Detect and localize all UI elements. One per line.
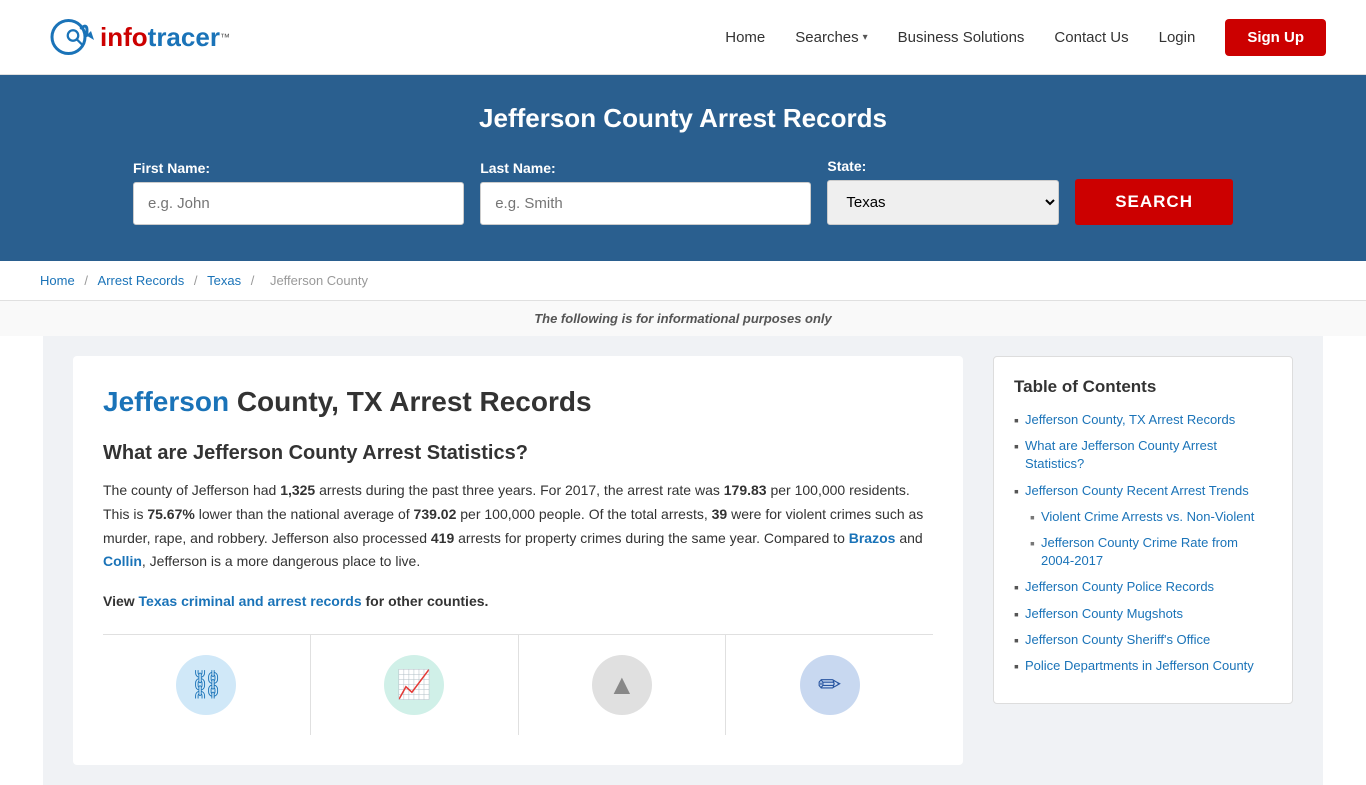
main-nav: Home Searches ▾ Business Solutions Conta… xyxy=(725,19,1326,56)
toc-item: Jefferson County, TX Arrest Records xyxy=(1014,411,1272,429)
search-form: First Name: Last Name: State: Texas Alab… xyxy=(133,158,1233,225)
state-group: State: Texas Alabama Alaska Arizona Arka… xyxy=(827,158,1059,225)
last-name-group: Last Name: xyxy=(480,160,811,225)
main-content: Jefferson County, TX Arrest Records What… xyxy=(43,336,1323,785)
hero-title: Jefferson County Arrest Records xyxy=(40,103,1326,134)
search-button[interactable]: SEARCH xyxy=(1075,179,1233,225)
icon-trend: 📈 xyxy=(311,635,519,735)
icon-arrest: ⛓ xyxy=(103,635,311,735)
article-h2: What are Jefferson County Arrest Statist… xyxy=(103,442,933,465)
view-line: View Texas criminal and arrest records f… xyxy=(103,590,933,614)
logo-icon xyxy=(40,12,100,62)
nav-login[interactable]: Login xyxy=(1159,29,1196,46)
first-name-label: First Name: xyxy=(133,160,464,176)
article-paragraph: The county of Jefferson had 1,325 arrest… xyxy=(103,479,933,574)
logo-text-red: info xyxy=(100,22,148,52)
toc-title: Table of Contents xyxy=(1014,377,1272,397)
toc-link-5[interactable]: Jefferson County Police Records xyxy=(1025,578,1214,596)
first-name-input[interactable] xyxy=(133,182,464,225)
nav-searches[interactable]: Searches ▾ xyxy=(795,29,867,46)
toc-link-8[interactable]: Police Departments in Jefferson County xyxy=(1025,657,1254,675)
toc-item: Police Departments in Jefferson County xyxy=(1014,657,1272,675)
last-name-input[interactable] xyxy=(480,182,811,225)
toc-link-3[interactable]: Violent Crime Arrests vs. Non-Violent xyxy=(1041,508,1254,526)
brazos-link[interactable]: Brazos xyxy=(849,530,896,546)
info-notice: The following is for informational purpo… xyxy=(0,301,1366,336)
trend-icon: 📈 xyxy=(384,655,444,715)
toc-link-1[interactable]: What are Jefferson County Arrest Statist… xyxy=(1025,437,1272,473)
icon-circle-up: ▲ xyxy=(519,635,727,735)
article: Jefferson County, TX Arrest Records What… xyxy=(73,356,963,765)
toc-link-0[interactable]: Jefferson County, TX Arrest Records xyxy=(1025,411,1235,429)
icon-pen: ✏ xyxy=(726,635,933,735)
toc-item: Jefferson County Crime Rate from 2004-20… xyxy=(1014,534,1272,570)
sidebar: Table of Contents Jefferson County, TX A… xyxy=(993,356,1293,765)
table-of-contents: Table of Contents Jefferson County, TX A… xyxy=(993,356,1293,704)
toc-item: Violent Crime Arrests vs. Non-Violent xyxy=(1014,508,1272,526)
toc-link-6[interactable]: Jefferson County Mugshots xyxy=(1025,605,1183,623)
breadcrumb-home[interactable]: Home xyxy=(40,273,75,288)
article-title-highlight: Jefferson xyxy=(103,386,229,417)
toc-link-2[interactable]: Jefferson County Recent Arrest Trends xyxy=(1025,482,1249,500)
toc-item: Jefferson County Recent Arrest Trends xyxy=(1014,482,1272,500)
toc-link-7[interactable]: Jefferson County Sheriff's Office xyxy=(1025,631,1210,649)
nav-business-solutions[interactable]: Business Solutions xyxy=(898,29,1025,46)
logo-text-blue: tracer xyxy=(148,22,220,52)
logo: infotracer™ xyxy=(40,12,230,62)
first-name-group: First Name: xyxy=(133,160,464,225)
toc-item: Jefferson County Sheriff's Office xyxy=(1014,631,1272,649)
logo-tm: ™ xyxy=(220,32,230,43)
state-select[interactable]: Texas Alabama Alaska Arizona Arkansas Ca… xyxy=(827,180,1059,225)
toc-item: Jefferson County Mugshots xyxy=(1014,605,1272,623)
toc-item: What are Jefferson County Arrest Statist… xyxy=(1014,437,1272,473)
collin-link[interactable]: Collin xyxy=(103,553,142,569)
nav-home[interactable]: Home xyxy=(725,29,765,46)
last-name-label: Last Name: xyxy=(480,160,811,176)
nav-signup[interactable]: Sign Up xyxy=(1225,19,1326,56)
state-label: State: xyxy=(827,158,1059,174)
breadcrumb: Home / Arrest Records / Texas / Jefferso… xyxy=(0,261,1366,301)
searches-dropdown-icon: ▾ xyxy=(863,32,868,43)
arrest-icon: ⛓ xyxy=(176,655,236,715)
texas-records-link[interactable]: Texas criminal and arrest records xyxy=(139,593,362,609)
toc-item: Jefferson County Police Records xyxy=(1014,578,1272,596)
nav-contact-us[interactable]: Contact Us xyxy=(1054,29,1128,46)
toc-list: Jefferson County, TX Arrest Records What … xyxy=(1014,411,1272,675)
pen-icon: ✏ xyxy=(800,655,860,715)
up-icon: ▲ xyxy=(592,655,652,715)
header: infotracer™ Home Searches ▾ Business Sol… xyxy=(0,0,1366,75)
toc-link-4[interactable]: Jefferson County Crime Rate from 2004-20… xyxy=(1041,534,1272,570)
breadcrumb-arrest-records[interactable]: Arrest Records xyxy=(98,273,185,288)
icon-row: ⛓ 📈 ▲ ✏ xyxy=(103,634,933,735)
breadcrumb-jefferson-county: Jefferson County xyxy=(270,273,368,288)
article-title: Jefferson County, TX Arrest Records xyxy=(103,386,933,418)
breadcrumb-texas[interactable]: Texas xyxy=(207,273,241,288)
article-title-rest: County, TX Arrest Records xyxy=(229,386,592,417)
hero-section: Jefferson County Arrest Records First Na… xyxy=(0,75,1366,261)
